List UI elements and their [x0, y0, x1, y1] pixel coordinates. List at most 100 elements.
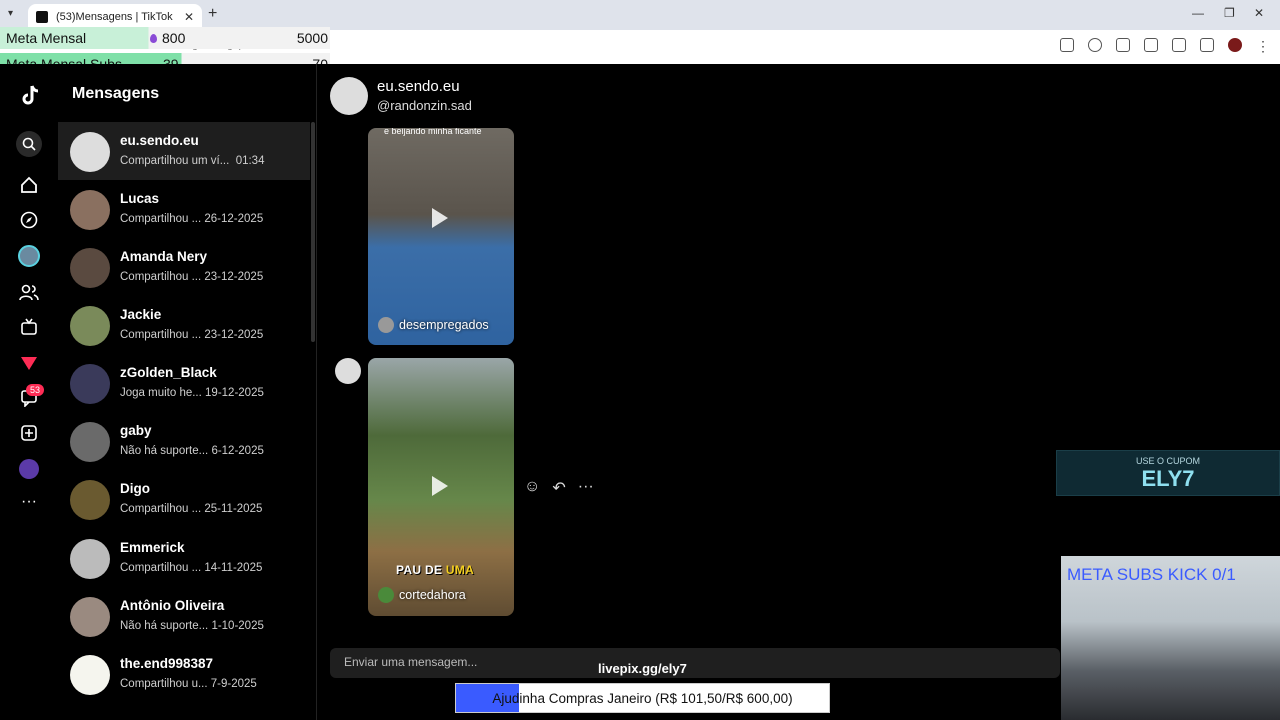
upload-icon[interactable]	[17, 421, 41, 445]
translate-icon[interactable]	[1060, 38, 1074, 52]
close-tab-icon[interactable]: ✕	[184, 10, 194, 24]
conversation-preview: Compartilhou u... 7-9-2025	[120, 678, 257, 690]
tiktok-logo-icon[interactable]	[17, 84, 41, 108]
avatar	[70, 248, 110, 288]
list-item[interactable]: Emmerick Compartilhou ... 14-11-2025	[58, 529, 310, 587]
tiktok-favicon-icon	[36, 11, 48, 23]
conversation-name: zGolden_Black	[120, 365, 217, 380]
avatar	[70, 597, 110, 637]
meta-mensal-meter: Meta Mensal 800 5000	[0, 27, 330, 49]
browser-toolbar: ⋮	[1060, 38, 1270, 55]
menu-kebab-icon[interactable]: ⋮	[1256, 38, 1270, 55]
list-item[interactable]: Jackie Compartilhou ... 23-12-2025	[58, 296, 310, 354]
avatar	[70, 655, 110, 695]
zoom-icon[interactable]	[1088, 38, 1102, 52]
list-item[interactable]: gaby Não há suporte... 6-12-2025	[58, 412, 310, 470]
donation-text: Ajudinha Compras Janeiro (R$ 101,50/R$ 6…	[492, 691, 793, 706]
messages-badge: 53	[26, 384, 45, 396]
close-window-icon[interactable]: ✕	[1254, 6, 1264, 20]
avatar	[70, 306, 110, 346]
minimize-icon[interactable]: —	[1192, 6, 1204, 20]
list-item[interactable]: Lucas Compartilhou ... 26-12-2025	[58, 180, 310, 238]
profile-avatar-icon[interactable]	[17, 457, 41, 481]
conversation-name: the.end998387	[120, 656, 214, 671]
conversation-name: Antônio Oliveira	[120, 598, 225, 613]
list-item[interactable]: zGolden_Black Joga muito he... 19-12-202…	[58, 354, 310, 412]
video-account: cortedahora	[378, 587, 466, 603]
conversation-preview: Não há suporte... 1-10-2025	[120, 620, 264, 632]
shared-video[interactable]: e beijando minha ficante desempregados	[368, 128, 514, 345]
donation-goal-bar: Ajudinha Compras Janeiro (R$ 101,50/R$ 6…	[455, 683, 830, 713]
meta-mensal-label: Meta Mensal	[6, 30, 87, 46]
page-title: Mensagens	[72, 85, 160, 102]
media-icon[interactable]	[1200, 38, 1214, 52]
conversation-name: Lucas	[120, 191, 160, 206]
account-avatar	[378, 317, 394, 333]
video-top-caption: e beijando minha ficante	[384, 128, 482, 136]
restore-icon[interactable]: ❐	[1224, 6, 1235, 20]
coupon-label: USE O CUPOM	[1135, 456, 1200, 466]
home-icon[interactable]	[17, 173, 41, 197]
react-emoji-icon[interactable]: ☺	[524, 478, 540, 498]
video-account: desempregados	[378, 317, 489, 333]
tab-search-icon[interactable]: ▾	[8, 8, 13, 19]
more-icon[interactable]: ···	[17, 490, 41, 514]
conversation-preview: Compartilhou ... 23-12-2025	[120, 271, 264, 283]
avatar	[70, 480, 110, 520]
conversation-name: Digo	[120, 481, 150, 496]
inbox-send-icon[interactable]	[17, 351, 41, 375]
conversation-name: eu.sendo.eu	[120, 133, 199, 148]
conversation-preview: Compartilhou ... 14-11-2025	[120, 562, 263, 574]
avatar	[70, 422, 110, 462]
chat-avatar[interactable]	[330, 77, 368, 115]
conversation-preview: Não há suporte... 6-12-2025	[120, 445, 264, 457]
sender-avatar	[335, 358, 361, 384]
message-input[interactable]: Enviar uma mensagem...	[330, 648, 1060, 678]
conversation-preview: Compartilhou ... 26-12-2025	[120, 213, 264, 225]
more-options-icon[interactable]: ···	[578, 478, 594, 498]
video-overlay-text: PAU DE UMA	[396, 563, 475, 577]
live-tv-icon[interactable]	[17, 315, 41, 339]
conversation-name: Amanda Nery	[120, 249, 208, 264]
explore-compass-icon[interactable]	[17, 208, 41, 232]
following-avatar-icon[interactable]	[17, 244, 41, 268]
chat-handle[interactable]: @randonzin.sad	[377, 98, 472, 113]
play-icon[interactable]	[432, 476, 448, 496]
list-item[interactable]: Antônio Oliveira Não há suporte... 1-10-…	[58, 587, 310, 645]
cam-title: META SUBS KICK 0/1	[1067, 565, 1236, 584]
conversation-name: Emmerick	[120, 540, 185, 555]
coupon-code: ELY7	[1141, 466, 1195, 491]
meta-mensal-value: 800	[150, 30, 185, 46]
list-item[interactable]: eu.sendo.eu Compartilhou um ví... 01:34	[58, 122, 310, 180]
list-item[interactable]: the.end998387 Compartilhou u... 7-9-2025	[58, 645, 310, 703]
bookmark-star-icon[interactable]	[1144, 38, 1158, 52]
tab-title: (53)Mensagens | TikTok	[56, 11, 173, 23]
shared-video[interactable]: PAU DE UMA cortedahora	[368, 358, 514, 616]
play-icon[interactable]	[432, 208, 448, 228]
meta-mensal-goal: 5000	[296, 30, 328, 46]
conversation-name: gaby	[120, 423, 152, 438]
conversation-preview: Compartilhou ... 23-12-2025	[120, 329, 264, 341]
friends-icon[interactable]	[17, 280, 41, 304]
conversation-preview: Joga muito he... 19-12-2025	[120, 387, 264, 399]
livepix-link: livepix.gg/ely7	[598, 661, 687, 676]
conversation-name: Jackie	[120, 307, 162, 322]
drop-icon	[150, 34, 157, 43]
avatar	[70, 364, 110, 404]
reply-icon[interactable]: ↶	[552, 478, 565, 498]
new-tab-icon[interactable]: +	[208, 5, 217, 23]
install-icon[interactable]	[1116, 38, 1130, 52]
profile-avatar-icon[interactable]	[1228, 38, 1242, 52]
message-actions: ☺ ↶ ···	[524, 478, 594, 498]
conversation-scrollbar[interactable]	[311, 122, 315, 342]
extensions-icon[interactable]	[1172, 38, 1186, 52]
chat-name[interactable]: eu.sendo.eu	[377, 78, 460, 95]
conversation-preview: Compartilhou ... 25-11-2025	[120, 503, 263, 515]
avatar	[70, 190, 110, 230]
list-item[interactable]: Digo Compartilhou ... 25-11-2025	[58, 470, 310, 528]
list-item[interactable]: Amanda Nery Compartilhou ... 23-12-2025	[58, 238, 310, 296]
search-icon[interactable]	[16, 131, 42, 157]
avatar	[70, 539, 110, 579]
avatar	[70, 132, 110, 172]
coupon-overlay: USE O CUPOM ELY7	[1056, 450, 1280, 496]
